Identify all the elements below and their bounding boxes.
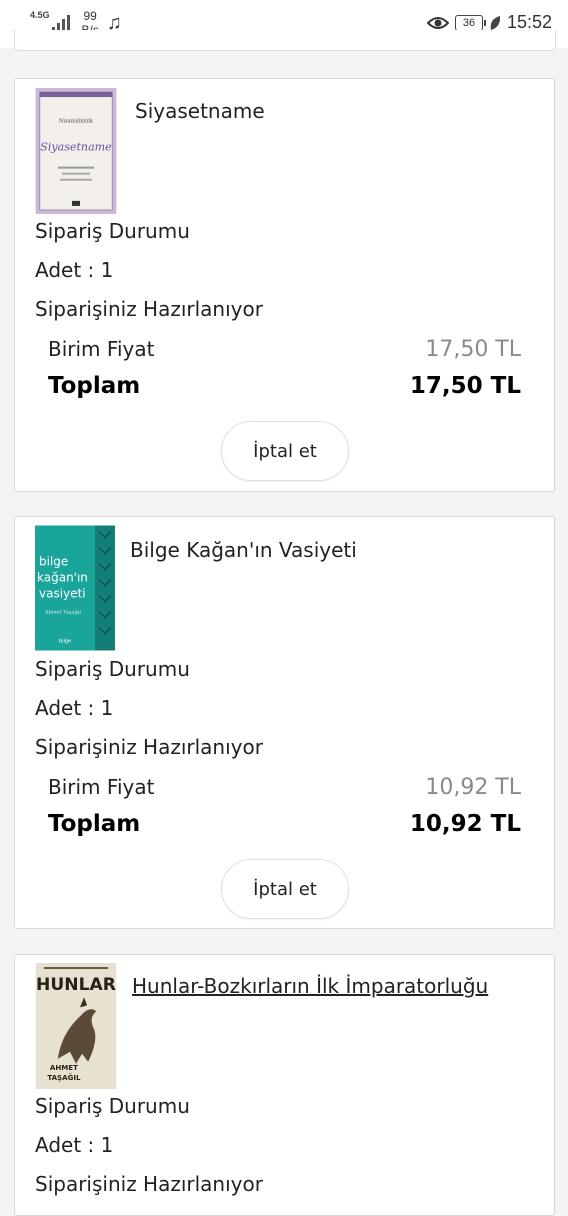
order-status: Siparişiniz Hazırlanıyor: [35, 297, 263, 321]
book-title[interactable]: Siyasetname: [135, 99, 265, 123]
order-status: Siparişiniz Hazırlanıyor: [35, 735, 263, 759]
speed-value: 99: [83, 9, 97, 23]
book-cover-siyasetname[interactable]: Nizamülmülk Siyasetname: [35, 88, 117, 214]
book-title-link[interactable]: Hunlar-Bozkırların İlk İmparatorluğu: [132, 974, 488, 998]
previous-order-card-edge: [14, 30, 556, 51]
eye-icon: [426, 16, 449, 29]
book-cover-hunlar[interactable]: HUNLAR AHMET TAŞAĞIL: [35, 963, 117, 1089]
svg-text:TAŞAĞIL: TAŞAĞIL: [47, 1073, 81, 1082]
svg-text:Nizamülmülk: Nizamülmülk: [59, 118, 94, 124]
leaf-icon: [490, 15, 501, 30]
total-value: 10,92 TL: [409, 811, 521, 837]
quantity: Adet : 1: [35, 1133, 114, 1157]
svg-text:bilge: bilge: [39, 555, 68, 569]
total-value: 17,50 TL: [409, 373, 521, 399]
total-label: Toplam: [48, 811, 141, 837]
order-card: Nizamülmülk Siyasetname Siyasetname Sipa…: [14, 78, 555, 492]
order-status-label: Sipariş Durumu: [35, 219, 190, 243]
quantity: Adet : 1: [35, 258, 114, 282]
unit-price-label: Birim Fiyat: [48, 775, 155, 799]
total-label: Toplam: [48, 373, 141, 399]
unit-price-value: 10,92 TL: [425, 775, 521, 800]
book-cover-bilge-kagan[interactable]: bilge kağan'ın vasiyeti Ahmet Taşağıl bi…: [35, 525, 115, 651]
order-status-label: Sipariş Durumu: [35, 1094, 190, 1118]
order-status-label: Sipariş Durumu: [35, 657, 190, 681]
svg-text:Ahmet Taşağıl: Ahmet Taşağıl: [44, 609, 81, 616]
svg-text:bilge: bilge: [59, 639, 71, 645]
battery-icon: 36: [454, 14, 486, 31]
cancel-order-button[interactable]: İptal et: [221, 859, 349, 919]
unit-price-label: Birim Fiyat: [48, 337, 155, 361]
svg-text:Siyasetname: Siyasetname: [40, 140, 112, 153]
order-card: bilge kağan'ın vasiyeti Ahmet Taşağıl bi…: [14, 516, 555, 929]
svg-text:vasiyeti: vasiyeti: [39, 587, 86, 601]
quantity: Adet : 1: [35, 696, 114, 720]
unit-price-value: 17,50 TL: [425, 337, 521, 362]
network-type: 4.5G: [30, 10, 50, 20]
svg-text:AHMET: AHMET: [50, 1063, 78, 1072]
svg-text:HUNLAR: HUNLAR: [36, 975, 116, 995]
order-card: HUNLAR AHMET TAŞAĞIL Hunlar-Bozkırların …: [14, 954, 555, 1216]
cancel-order-button[interactable]: İptal et: [221, 421, 349, 481]
order-status: Siparişiniz Hazırlanıyor: [35, 1172, 263, 1196]
svg-text:kağan'ın: kağan'ın: [37, 571, 88, 585]
book-title[interactable]: Bilge Kağan'ın Vasiyeti: [130, 538, 357, 562]
